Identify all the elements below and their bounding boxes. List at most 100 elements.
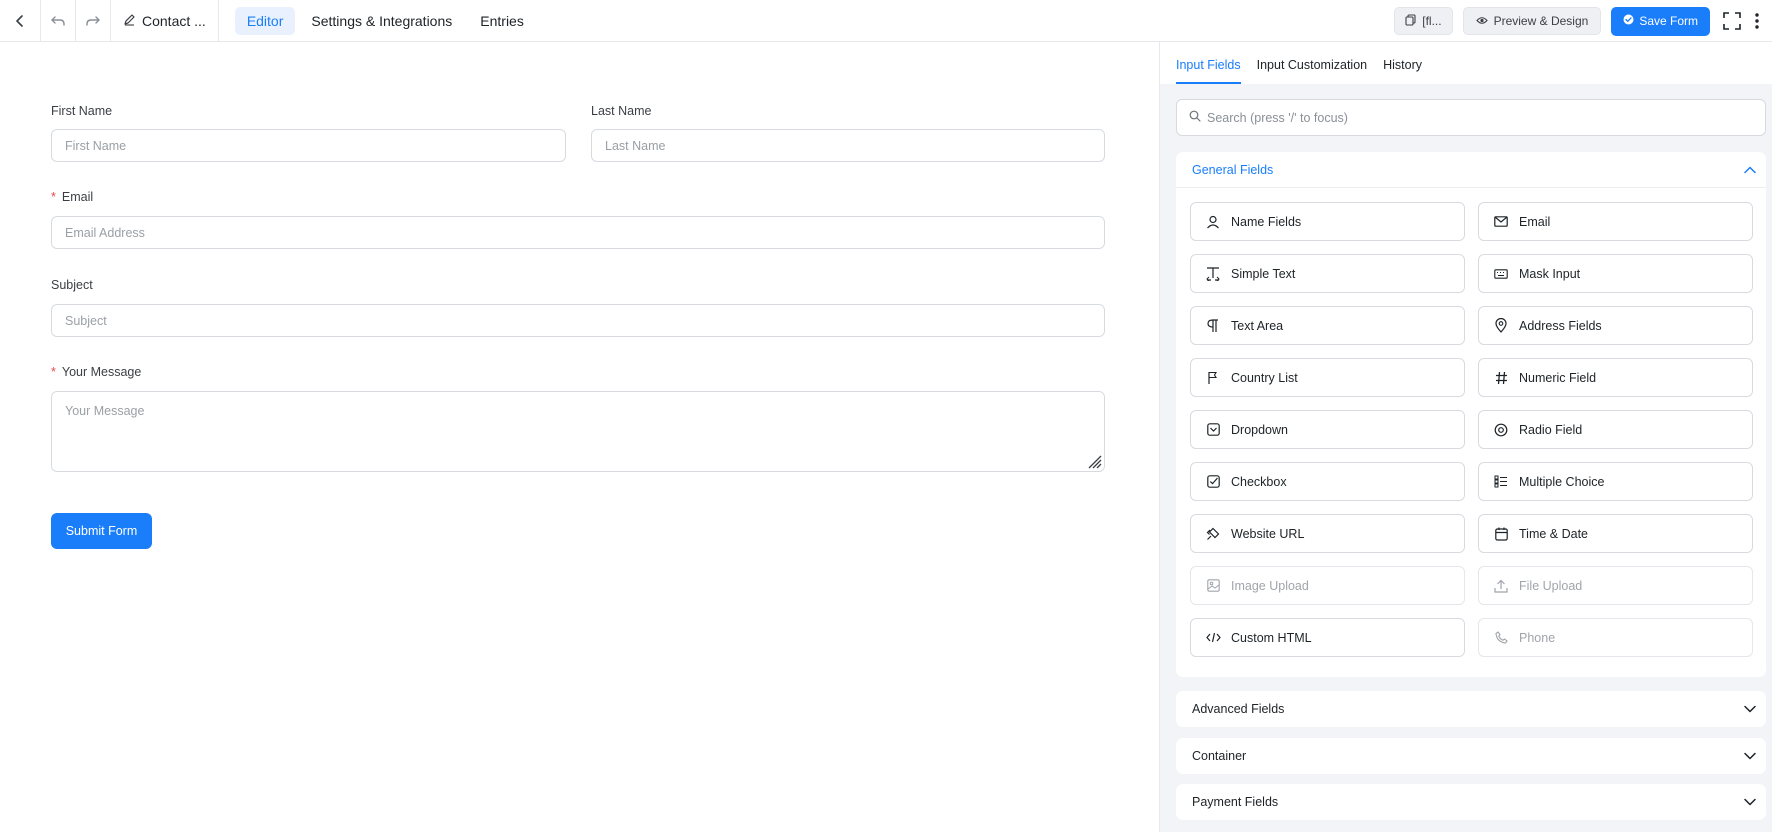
field-phone[interactable]: Phone <box>1478 618 1753 657</box>
field-label: Simple Text <box>1231 266 1296 281</box>
field-email[interactable]: Email <box>1478 202 1753 241</box>
chevron-up-icon <box>1744 163 1756 177</box>
dropdown-icon <box>1205 422 1221 438</box>
advanced-fields-header[interactable]: Advanced Fields <box>1176 691 1766 727</box>
field-custom-html[interactable]: Custom HTML <box>1190 618 1465 657</box>
pencil-icon <box>123 13 136 29</box>
field-time-date[interactable]: Time & Date <box>1478 514 1753 553</box>
general-fields-title: General Fields <box>1192 162 1274 177</box>
field-mask-input[interactable]: Mask Input <box>1478 254 1753 293</box>
field-label: Time & Date <box>1519 526 1589 541</box>
upload-icon <box>1493 578 1509 594</box>
field-multiple-choice[interactable]: Multiple Choice <box>1478 462 1753 501</box>
message-textarea[interactable]: Your Message <box>51 391 1105 472</box>
last-name-label: Last Name <box>591 104 652 118</box>
field-checkbox[interactable]: Checkbox <box>1190 462 1465 501</box>
search-icon <box>1189 110 1201 125</box>
tab-input-fields[interactable]: Input Fields <box>1168 58 1249 84</box>
form-title[interactable]: Contact ... <box>111 0 218 42</box>
undo-icon[interactable] <box>41 3 75 39</box>
paragraph-icon <box>1205 318 1221 334</box>
field-numeric-field[interactable]: Numeric Field <box>1478 358 1753 397</box>
field-label: Email <box>1519 214 1551 229</box>
submit-form-button[interactable]: Submit Form <box>51 513 152 549</box>
field-label: File Upload <box>1519 578 1583 593</box>
field-label: Checkbox <box>1231 474 1287 489</box>
copy-icon <box>1405 13 1416 29</box>
form-title-text: Contact ... <box>142 12 206 29</box>
first-name-input[interactable]: First Name <box>51 129 566 162</box>
shortcode-label: [fl... <box>1422 14 1442 28</box>
message-label: * Your Message <box>51 365 141 379</box>
eye-icon <box>1475 14 1488 28</box>
field-website-url[interactable]: Website URL <box>1190 514 1465 553</box>
field-label: Mask Input <box>1519 266 1581 281</box>
divider <box>217 0 219 42</box>
required-mark: * <box>51 365 56 379</box>
field-radio-field[interactable]: Radio Field <box>1478 410 1753 449</box>
message-placeholder: Your Message <box>65 404 145 418</box>
redo-icon[interactable] <box>76 3 110 39</box>
list-icon <box>1493 474 1509 490</box>
resize-handle-icon[interactable] <box>1086 453 1102 469</box>
general-fields-header[interactable]: General Fields <box>1176 152 1766 188</box>
link-icon <box>1205 526 1221 542</box>
map-pin-icon <box>1493 318 1509 334</box>
back-icon[interactable] <box>0 3 40 39</box>
tab-history[interactable]: History <box>1375 58 1430 84</box>
field-file-upload[interactable]: File Upload <box>1478 566 1753 605</box>
chevron-down-icon <box>1744 749 1756 763</box>
tab-entries[interactable]: Entries <box>468 7 536 35</box>
preview-design-button[interactable]: Preview & Design <box>1462 7 1602 35</box>
subject-label: Subject <box>51 278 93 292</box>
code-icon <box>1205 630 1221 646</box>
shortcode-button[interactable]: [fl... <box>1394 7 1453 35</box>
advanced-fields-section[interactable]: Advanced Fields <box>1176 691 1766 727</box>
more-vertical-icon[interactable] <box>1746 3 1768 39</box>
field-country-list[interactable]: Country List <box>1190 358 1465 397</box>
flag-icon <box>1205 370 1221 386</box>
form-canvas: First Name First Name Last Name Last Nam… <box>0 42 1159 832</box>
last-name-input[interactable]: Last Name <box>591 129 1105 162</box>
chevron-down-icon <box>1744 795 1756 809</box>
topbar-actions: [fl... Preview & Design Save Form <box>1394 0 1772 42</box>
container-section[interactable]: Container <box>1176 738 1766 774</box>
check-circle-icon <box>1623 14 1634 28</box>
fullscreen-icon[interactable] <box>1718 3 1746 39</box>
save-form-button[interactable]: Save Form <box>1611 6 1710 36</box>
field-label: Name Fields <box>1231 214 1302 229</box>
field-simple-text[interactable]: Simple Text <box>1190 254 1465 293</box>
container-header[interactable]: Container <box>1176 738 1766 774</box>
save-label: Save Form <box>1639 14 1698 28</box>
phone-icon <box>1493 630 1509 646</box>
keyboard-icon <box>1493 266 1509 282</box>
field-label: Country List <box>1231 370 1298 385</box>
general-fields-grid: Name Fields Email Simple Text Mask Input… <box>1176 188 1766 657</box>
preview-label: Preview & Design <box>1493 14 1589 28</box>
tab-settings-integrations[interactable]: Settings & Integrations <box>299 7 464 35</box>
calendar-icon <box>1493 526 1509 542</box>
required-mark: * <box>51 190 56 204</box>
field-text-area[interactable]: Text Area <box>1190 306 1465 345</box>
field-dropdown[interactable]: Dropdown <box>1190 410 1465 449</box>
field-label: Image Upload <box>1231 578 1309 593</box>
field-name-fields[interactable]: Name Fields <box>1190 202 1465 241</box>
field-search-input[interactable]: Search (press '/' to focus) <box>1176 99 1766 136</box>
subject-input[interactable]: Subject <box>51 304 1105 337</box>
container-title: Container <box>1192 749 1247 763</box>
first-name-label: First Name <box>51 104 113 118</box>
general-fields-section: General Fields Name Fields Email Simple … <box>1176 152 1766 677</box>
field-image-upload[interactable]: Image Upload <box>1190 566 1465 605</box>
hash-icon <box>1493 370 1509 386</box>
field-label: Custom HTML <box>1231 630 1312 645</box>
payment-fields-section[interactable]: Payment Fields <box>1176 784 1766 820</box>
payment-fields-header[interactable]: Payment Fields <box>1176 784 1766 820</box>
email-input[interactable]: Email Address <box>51 216 1105 249</box>
email-label-text: Email <box>61 190 94 204</box>
tab-input-customization[interactable]: Input Customization <box>1249 58 1375 84</box>
envelope-icon <box>1493 214 1509 230</box>
field-label: Phone <box>1519 630 1556 645</box>
tab-editor[interactable]: Editor <box>234 6 296 35</box>
field-label: Dropdown <box>1231 422 1288 437</box>
field-address-fields[interactable]: Address Fields <box>1478 306 1753 345</box>
